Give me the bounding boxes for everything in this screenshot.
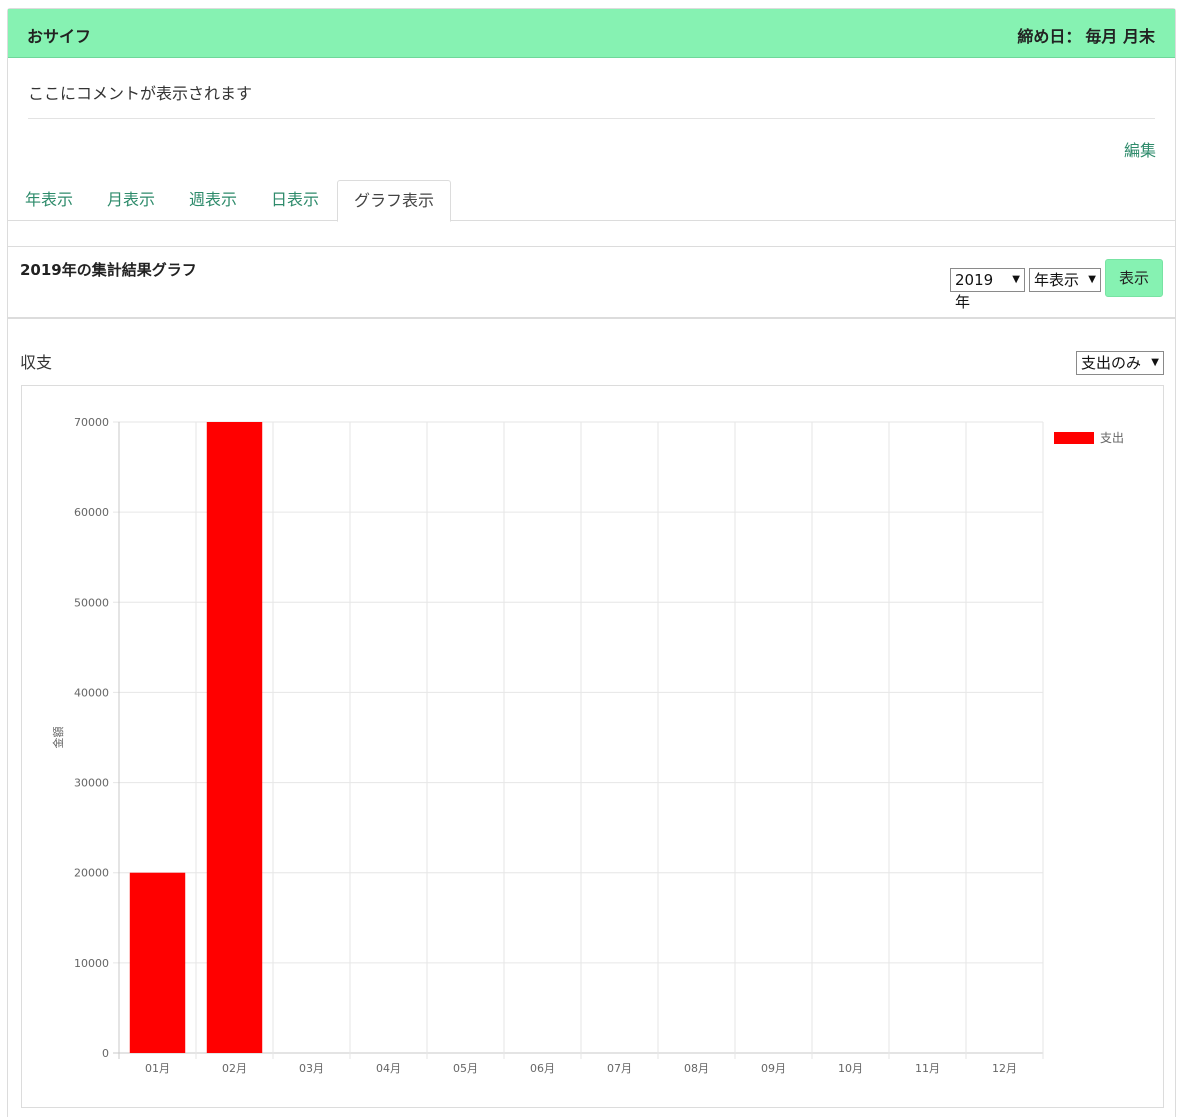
show-button[interactable]: 表示 bbox=[1105, 259, 1163, 297]
wallet-comment: ここにコメントが表示されます bbox=[28, 84, 253, 103]
tab-year[interactable]: 年表示 bbox=[25, 180, 73, 221]
chevron-down-icon: ▼ bbox=[1088, 274, 1096, 285]
close-day: 締め日： 毎月 月末 bbox=[1017, 23, 1155, 47]
bar-02月 bbox=[206, 422, 263, 1053]
panel-heading: おサイフ 締め日： 毎月 月末 bbox=[8, 9, 1175, 58]
filter-select-value: 支出のみ bbox=[1081, 354, 1142, 372]
y-tick-label: 60000 bbox=[74, 506, 109, 519]
x-tick-label: 10月 bbox=[838, 1062, 863, 1075]
legend-swatch bbox=[1054, 432, 1094, 444]
x-tick-label: 12月 bbox=[992, 1062, 1017, 1075]
x-tick-label: 11月 bbox=[915, 1062, 940, 1075]
y-tick-label: 10000 bbox=[74, 957, 109, 970]
close-day-label: 締め日： bbox=[1017, 27, 1082, 46]
tab-day[interactable]: 日表示 bbox=[271, 180, 319, 221]
chevron-down-icon: ▼ bbox=[1012, 274, 1020, 285]
graph-header: 2019年の集計結果グラフ 2019年 ▼ 年表示 ▼ 表示 bbox=[8, 247, 1175, 319]
wallet-title: おサイフ bbox=[27, 27, 92, 46]
x-tick-label: 06月 bbox=[530, 1062, 555, 1075]
tab-graph[interactable]: グラフ表示 bbox=[337, 180, 452, 222]
tab-week[interactable]: 週表示 bbox=[189, 180, 237, 221]
x-tick-label: 07月 bbox=[607, 1062, 632, 1075]
legend-label: 支出 bbox=[1100, 431, 1124, 445]
view-tabs: 年表示 月表示 週表示 日表示 グラフ表示 bbox=[8, 180, 1175, 222]
y-tick-label: 50000 bbox=[74, 596, 109, 609]
chart-container: 0 10000 20000 30000 40000 50000 60000 70000 01月 0… bbox=[21, 385, 1164, 1108]
y-tick-label: 40000 bbox=[74, 686, 109, 699]
y-tick-label: 0 bbox=[102, 1047, 109, 1060]
filter-select[interactable]: 支出のみ ▼ bbox=[1076, 351, 1164, 375]
y-tick-label: 20000 bbox=[74, 867, 109, 880]
wallet-panel: おサイフ 締め日： 毎月 月末 ここにコメントが表示されます 編集 年表示 月表示… bbox=[7, 8, 1176, 1117]
chevron-down-icon: ▼ bbox=[1151, 357, 1159, 368]
graph-title: 2019年の集計結果グラフ bbox=[20, 261, 197, 279]
mode-select-value: 年表示 bbox=[1034, 271, 1080, 289]
tab-month[interactable]: 月表示 bbox=[107, 180, 155, 221]
year-select-value: 2019年 bbox=[955, 271, 994, 311]
edit-link[interactable]: 編集 bbox=[1124, 137, 1156, 161]
x-tick-label: 04月 bbox=[376, 1062, 401, 1075]
balance-label: 収支 bbox=[20, 353, 53, 372]
x-tick-label: 05月 bbox=[453, 1062, 478, 1075]
year-select[interactable]: 2019年 ▼ bbox=[950, 268, 1025, 311]
expense-bar-chart: 0 10000 20000 30000 40000 50000 60000 70000 01月 0… bbox=[51, 416, 1124, 1075]
x-tick-label: 02月 bbox=[222, 1062, 247, 1075]
bar-01月 bbox=[129, 872, 186, 1053]
x-tick-label: 01月 bbox=[145, 1062, 170, 1075]
x-tick-label: 08月 bbox=[684, 1062, 709, 1075]
y-tick-label: 30000 bbox=[74, 777, 109, 790]
x-tick-label: 09月 bbox=[761, 1062, 786, 1075]
close-day-value: 毎月 月末 bbox=[1085, 27, 1155, 46]
x-tick-label: 03月 bbox=[299, 1062, 324, 1075]
y-tick-label: 70000 bbox=[74, 416, 109, 429]
y-axis-label: 金額 bbox=[51, 727, 65, 749]
divider bbox=[28, 118, 1155, 119]
mode-select[interactable]: 年表示 ▼ bbox=[1029, 268, 1101, 292]
